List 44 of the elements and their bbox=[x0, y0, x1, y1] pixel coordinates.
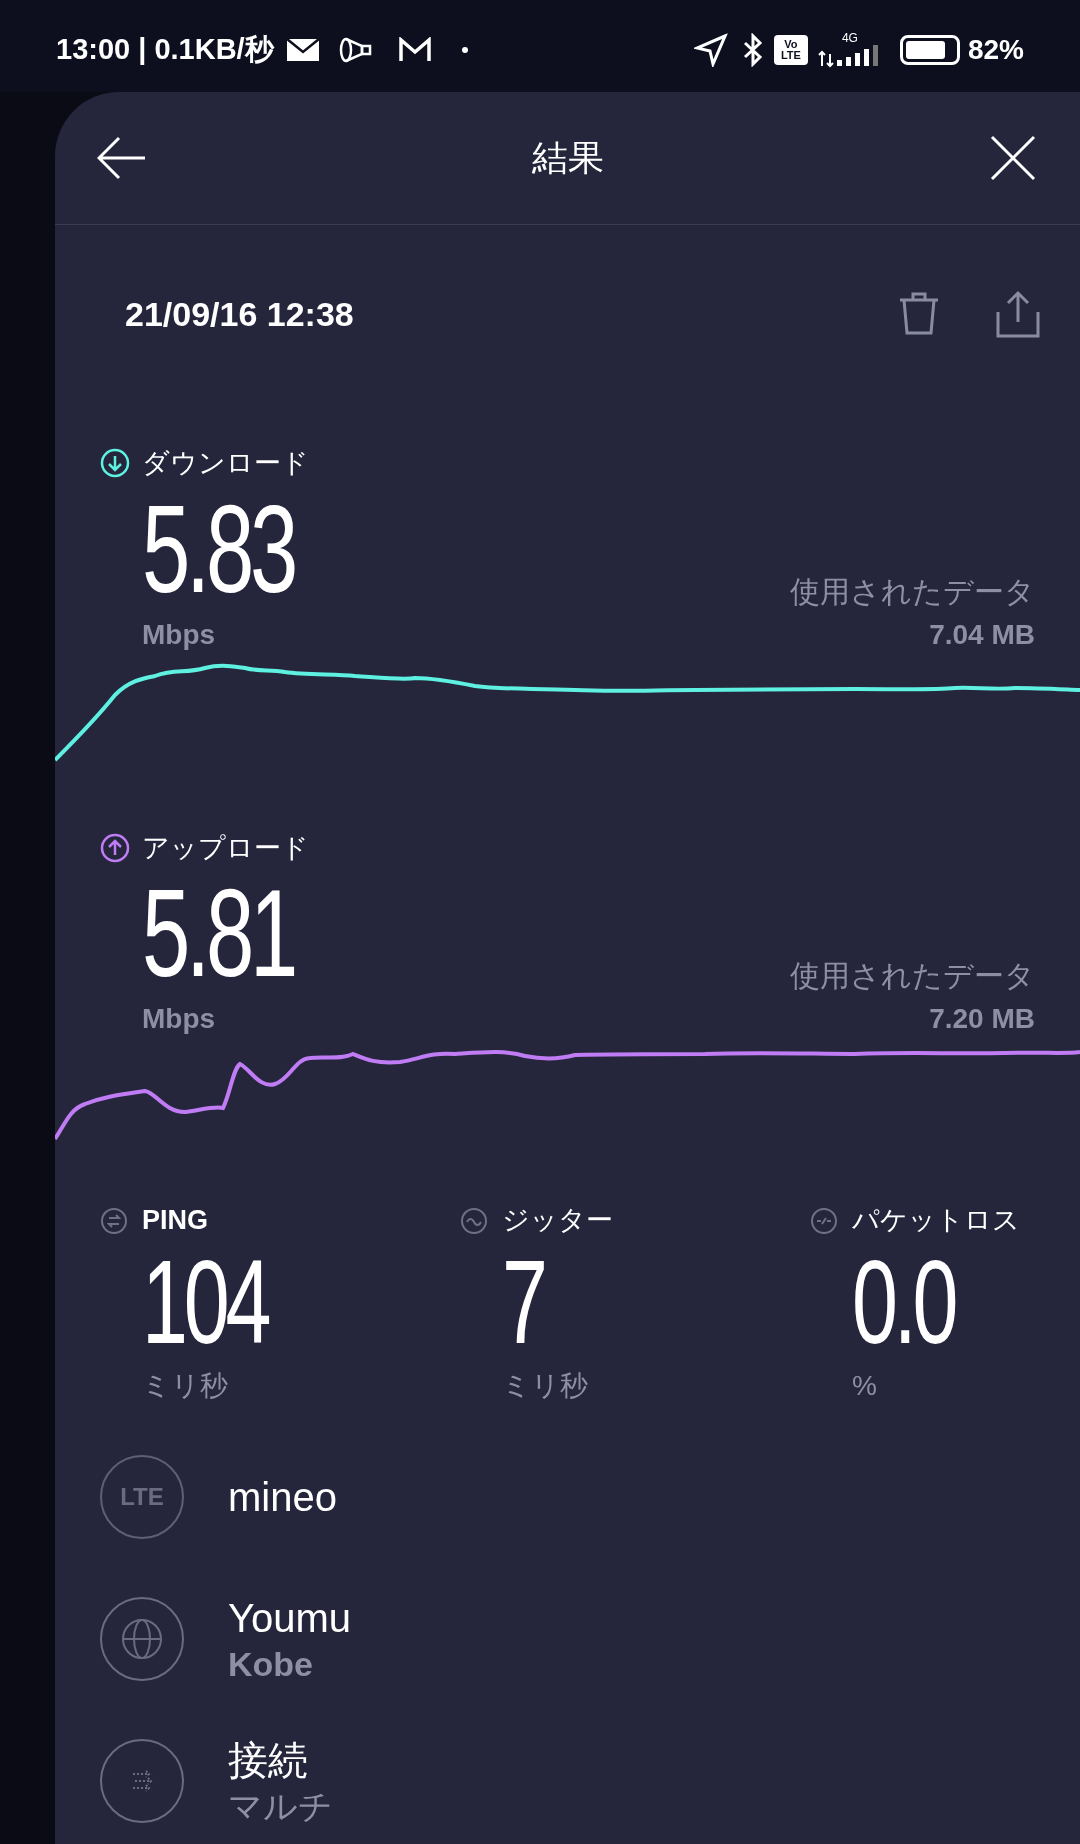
speed-value: 5.81 bbox=[142, 868, 296, 999]
detail-subtitle: マルチ bbox=[228, 1785, 333, 1827]
wave-icon bbox=[460, 1206, 488, 1235]
metric-label: ジッター bbox=[502, 1204, 613, 1238]
battery-icon bbox=[899, 35, 960, 65]
data-used-value: 7.20 MB bbox=[929, 1002, 1035, 1037]
metric-value: 0.0 bbox=[852, 1240, 956, 1365]
volte-badge: Vo LTE bbox=[773, 35, 808, 65]
globe-icon bbox=[100, 1596, 184, 1681]
mail-icon bbox=[285, 38, 320, 62]
detail-title: 接続 bbox=[228, 1736, 309, 1784]
delete-button[interactable] bbox=[898, 291, 940, 337]
status-time: 13:00 | 0.1KB/秒 bbox=[56, 32, 274, 68]
data-used-value: 7.04 MB bbox=[929, 617, 1035, 652]
detail-title: Youmu bbox=[228, 1594, 352, 1642]
metric-unit: ミリ秒 bbox=[142, 1368, 229, 1403]
metric-label: パケットロス bbox=[852, 1204, 1020, 1238]
multi-arrows-icon bbox=[100, 1738, 184, 1823]
metric-unit: ミリ秒 bbox=[502, 1368, 589, 1403]
network-label: 4G bbox=[841, 32, 858, 44]
network-type-icon: LTE bbox=[100, 1454, 184, 1539]
data-used-label: 使用されたデータ bbox=[790, 958, 1035, 995]
header-title: 結果 bbox=[530, 136, 605, 180]
battery-percent: 82% bbox=[967, 33, 1024, 67]
speed-label: ダウンロード bbox=[142, 447, 309, 480]
speed-unit: Mbps bbox=[142, 617, 217, 652]
data-used-label: 使用されたデータ bbox=[790, 573, 1035, 610]
metric-value: 104 bbox=[142, 1240, 269, 1365]
speed-value: 5.83 bbox=[142, 483, 296, 614]
megaphone-icon bbox=[337, 36, 372, 64]
metric-label: PING bbox=[142, 1204, 208, 1238]
speed-label: アップロード bbox=[142, 831, 309, 865]
share-button[interactable] bbox=[996, 290, 1040, 338]
detail-subtitle: Kobe bbox=[228, 1643, 314, 1685]
packet-loss-icon bbox=[810, 1206, 838, 1235]
speed-unit: Mbps bbox=[142, 1002, 217, 1037]
metric-unit: % bbox=[852, 1368, 878, 1403]
result-date: 21/09/16 12:38 bbox=[125, 293, 355, 335]
ping-icon bbox=[100, 1206, 128, 1235]
detail-title: mineo bbox=[228, 1473, 337, 1521]
location-icon bbox=[693, 33, 728, 67]
mail-logo-icon bbox=[397, 37, 432, 63]
metric-value: 7 bbox=[502, 1240, 545, 1365]
bluetooth-icon bbox=[741, 33, 764, 67]
